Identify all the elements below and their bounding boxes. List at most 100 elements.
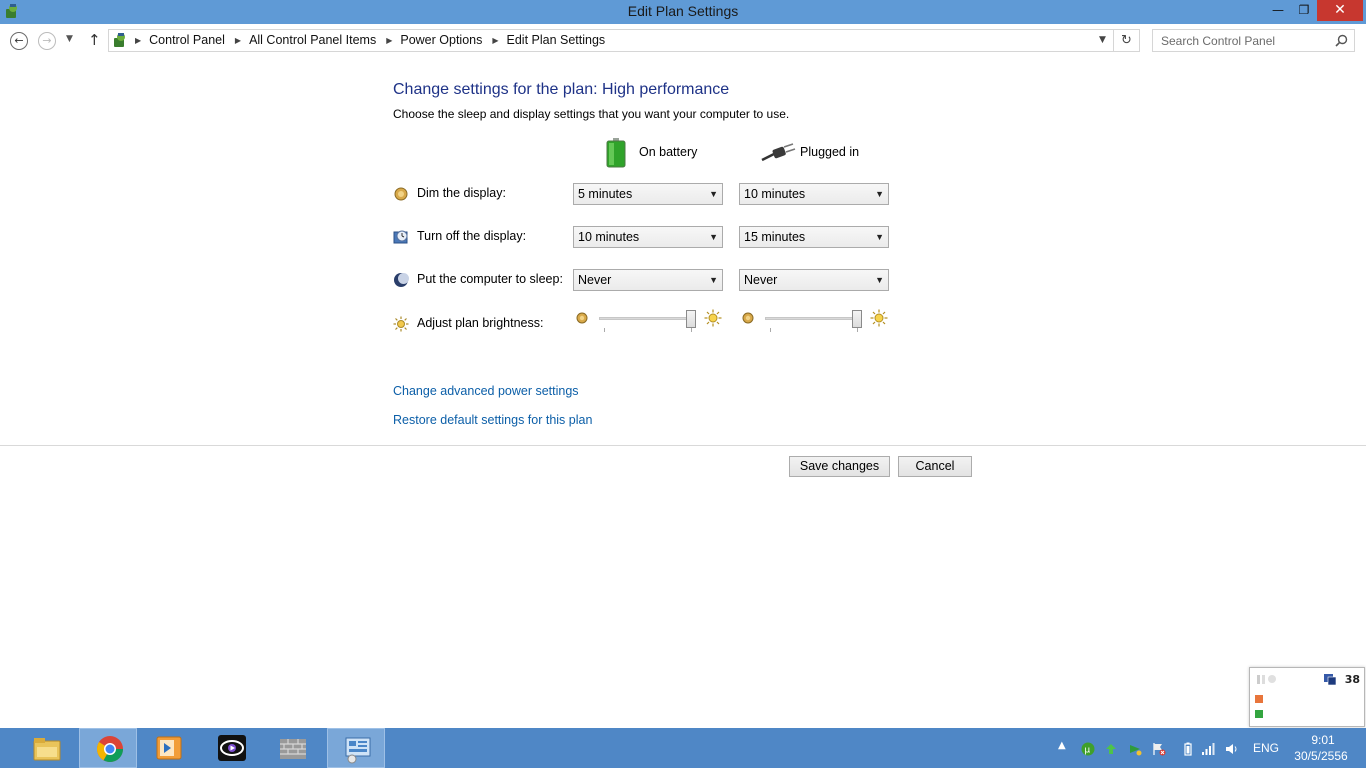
battery-icon xyxy=(606,138,626,168)
chevron-down-icon: ▼ xyxy=(709,232,718,242)
media-player-icon xyxy=(156,736,182,760)
chevron-right-icon[interactable]: ▶ xyxy=(235,36,241,45)
page-title: Change settings for the plan: High perfo… xyxy=(393,81,730,98)
chevron-right-icon[interactable]: ▶ xyxy=(386,36,392,45)
slider-thumb[interactable] xyxy=(686,310,696,328)
maximize-button[interactable]: ❐ xyxy=(1291,0,1317,21)
forward-button[interactable]: → xyxy=(38,32,56,50)
control-panel-icon xyxy=(345,737,371,764)
address-bar[interactable]: ▶ Control Panel ▶ All Control Panel Item… xyxy=(108,29,1114,52)
input-language-indicator[interactable]: ENG xyxy=(1253,741,1279,755)
selected-value: Never xyxy=(578,273,612,287)
slider-tick xyxy=(857,328,858,332)
tray-counter-badge[interactable]: 38 xyxy=(1345,673,1360,686)
battery-tray-icon[interactable] xyxy=(1181,742,1195,756)
notification-overflow-popup: 38 xyxy=(1249,667,1365,727)
refresh-button[interactable]: ↻ xyxy=(1114,29,1140,52)
chevron-down-icon: ▼ xyxy=(875,275,884,285)
sleep-label: Put the computer to sleep: xyxy=(417,272,563,286)
back-button[interactable]: ← xyxy=(10,32,28,50)
cancel-button[interactable]: Cancel xyxy=(898,456,972,477)
taskbar-video-app[interactable] xyxy=(202,728,260,768)
green-status-icon[interactable] xyxy=(1255,710,1263,718)
taskbar-control-panel[interactable] xyxy=(327,728,385,768)
brightness-battery-slider[interactable] xyxy=(573,309,723,335)
breadcrumb-all-items[interactable]: All Control Panel Items xyxy=(249,33,376,47)
sleep-battery-select[interactable]: Never ▼ xyxy=(573,269,723,291)
chevron-down-icon: ▼ xyxy=(875,189,884,199)
chevron-down-icon: ▼ xyxy=(709,275,718,285)
chrome-icon xyxy=(96,736,124,763)
selected-value: 10 minutes xyxy=(578,230,640,244)
selected-value: 5 minutes xyxy=(578,187,633,201)
selected-value: 10 minutes xyxy=(744,187,806,201)
dim-display-icon xyxy=(394,187,408,201)
dim-display-plugged-select[interactable]: 10 minutes ▼ xyxy=(739,183,889,205)
page-description: Choose the sleep and display settings th… xyxy=(393,107,790,121)
signal-strength-icon[interactable] xyxy=(1201,742,1215,756)
slider-track xyxy=(765,317,861,320)
save-changes-button[interactable]: Save changes xyxy=(789,456,890,477)
clock-time[interactable]: 9:01 xyxy=(1290,733,1356,747)
orange-status-icon[interactable] xyxy=(1255,695,1263,703)
dim-display-battery-select[interactable]: 5 minutes ▼ xyxy=(573,183,723,205)
power-plug-icon xyxy=(761,143,796,162)
chevron-right-icon[interactable]: ▶ xyxy=(492,36,498,45)
slider-thumb[interactable] xyxy=(852,310,862,328)
turn-off-display-battery-select[interactable]: 10 minutes ▼ xyxy=(573,226,723,248)
breadcrumb-edit-plan[interactable]: Edit Plan Settings xyxy=(507,33,606,47)
brightness-icon xyxy=(393,316,409,332)
breadcrumb-control-panel[interactable]: Control Panel xyxy=(149,33,225,47)
selected-value: 15 minutes xyxy=(744,230,806,244)
dim-brightness-icon xyxy=(576,312,588,324)
search-placeholder: Search Control Panel xyxy=(1161,34,1276,48)
taskbar-firewall-app[interactable] xyxy=(263,728,321,768)
search-icon[interactable] xyxy=(1335,34,1348,47)
up-button[interactable]: ↑ xyxy=(88,31,101,49)
slider-tick xyxy=(604,328,605,332)
update-arrow-icon[interactable] xyxy=(1128,742,1142,756)
bright-brightness-icon xyxy=(870,309,888,327)
dim-brightness-icon xyxy=(742,312,754,324)
file-explorer-icon xyxy=(33,738,61,761)
navigation-bar: ← → ▼ ↑ ▶ Control Panel ▶ All Control Pa… xyxy=(0,24,1366,58)
brightness-plugged-slider[interactable] xyxy=(739,309,889,335)
sleep-icon xyxy=(394,273,409,287)
on-battery-header: On battery xyxy=(639,145,698,159)
breadcrumb-power-options[interactable]: Power Options xyxy=(400,33,482,47)
window-title: Edit Plan Settings xyxy=(627,3,739,19)
title-bar: Edit Plan Settings — ❐ ✕ xyxy=(0,0,1366,24)
display-off-icon xyxy=(393,230,408,244)
display-app-icon[interactable] xyxy=(1323,673,1337,686)
taskbar-media-player[interactable] xyxy=(139,728,197,768)
volume-icon[interactable] xyxy=(1225,742,1239,756)
recent-pages-dropdown-icon[interactable]: ▼ xyxy=(66,34,73,44)
restore-defaults-link[interactable]: Restore default settings for this plan xyxy=(393,413,592,427)
taskbar-file-explorer[interactable] xyxy=(17,728,75,768)
taskbar: ▲ µ ENG 9:01 30/5/2556 xyxy=(0,728,1366,768)
sleep-plugged-select[interactable]: Never ▼ xyxy=(739,269,889,291)
breadcrumb: ▶ Control Panel ▶ All Control Panel Item… xyxy=(135,33,615,47)
advanced-power-settings-link[interactable]: Change advanced power settings xyxy=(393,384,579,398)
chevron-right-icon[interactable]: ▶ xyxy=(135,36,141,45)
minimize-button[interactable]: — xyxy=(1265,0,1291,21)
chevron-down-icon: ▼ xyxy=(875,232,884,242)
video-app-icon xyxy=(218,735,246,761)
turn-off-display-plugged-select[interactable]: 15 minutes ▼ xyxy=(739,226,889,248)
clock-date[interactable]: 30/5/2556 xyxy=(1284,749,1358,763)
slider-tick xyxy=(770,328,771,332)
taskbar-chrome[interactable] xyxy=(79,728,137,768)
turn-off-display-label: Turn off the display: xyxy=(417,229,527,243)
plugged-in-header: Plugged in xyxy=(800,145,860,159)
search-input[interactable]: Search Control Panel xyxy=(1152,29,1355,52)
network-sync-icon[interactable] xyxy=(1104,742,1118,756)
utorrent-icon[interactable]: µ xyxy=(1081,742,1095,756)
network-activity-icon[interactable] xyxy=(1256,673,1278,685)
divider xyxy=(0,445,1366,446)
dim-display-label: Dim the display: xyxy=(417,186,506,200)
close-button[interactable]: ✕ xyxy=(1317,0,1363,21)
show-hidden-icons-button[interactable]: ▲ xyxy=(1058,740,1066,751)
chevron-down-icon[interactable]: ▼ xyxy=(1099,35,1106,45)
brightness-label: Adjust plan brightness: xyxy=(417,316,544,330)
action-center-flag-icon[interactable] xyxy=(1152,742,1166,756)
